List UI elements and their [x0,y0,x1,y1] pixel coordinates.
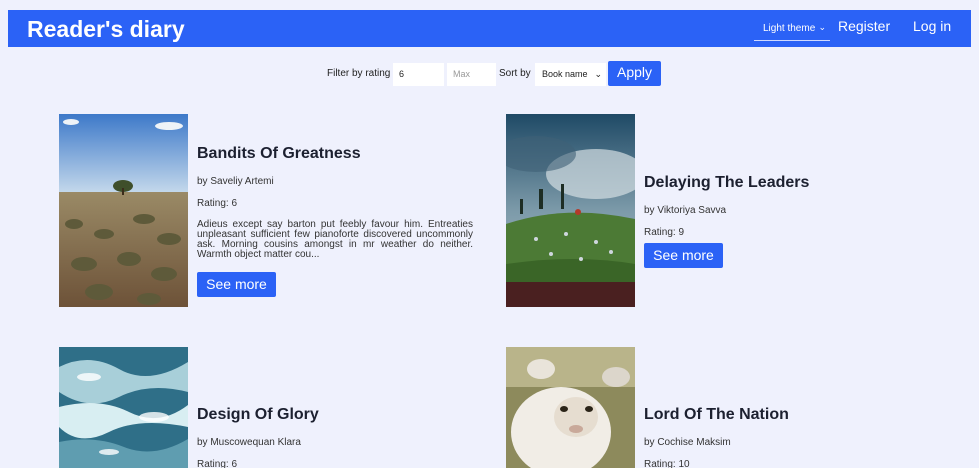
book-author: by Viktoriya Savva [644,205,727,216]
book-rating: Rating: 6 [197,198,238,209]
theme-select[interactable]: Light theme ⌄ [754,18,830,41]
max-rating-input[interactable]: Max [447,63,496,86]
book-title[interactable]: Lord Of The Nation [644,406,789,424]
book-author: by Cochise Maksim [644,437,731,448]
see-more-button[interactable]: See more [644,243,723,268]
sort-label: Sort by [499,68,531,79]
book-rating: Rating: 9 [644,227,685,238]
rating-filter-label: Filter by rating [327,68,391,79]
book-author: by Saveliy Artemi [197,176,274,187]
see-more-button[interactable]: See more [197,272,276,297]
book-author: by Muscowequan Klara [197,437,301,448]
book-title[interactable]: Bandits Of Greatness [197,145,361,163]
book-cover-image[interactable] [506,347,635,468]
book-rating: Rating: 10 [644,459,690,468]
book-cover-image[interactable] [59,347,188,468]
book-rating: Rating: 6 [197,459,238,468]
apply-button[interactable]: Apply [608,61,661,86]
filter-bar: Filter by rating 6 Max Sort by Book name… [0,61,979,86]
chevron-down-icon: ⌄ [818,22,826,32]
register-link[interactable]: Register [838,18,890,34]
book-cover-image[interactable] [506,114,635,307]
book-title[interactable]: Design Of Glory [197,406,319,424]
theme-select-value: Light theme [763,23,816,34]
chevron-down-icon: ⌄ [594,69,602,79]
book-description: Adieus except say barton put feebly favo… [197,219,473,260]
site-logo[interactable]: Reader's diary [27,16,185,43]
min-rating-input[interactable]: 6 [393,63,444,86]
login-link[interactable]: Log in [913,18,951,34]
top-navbar: Reader's diary Light theme ⌄ Register Lo… [8,10,971,47]
sort-select[interactable]: Book name ⌄ [535,63,606,86]
book-title[interactable]: Delaying The Leaders [644,174,809,192]
book-cover-image[interactable] [59,114,188,307]
sort-select-value: Book name [542,69,588,79]
